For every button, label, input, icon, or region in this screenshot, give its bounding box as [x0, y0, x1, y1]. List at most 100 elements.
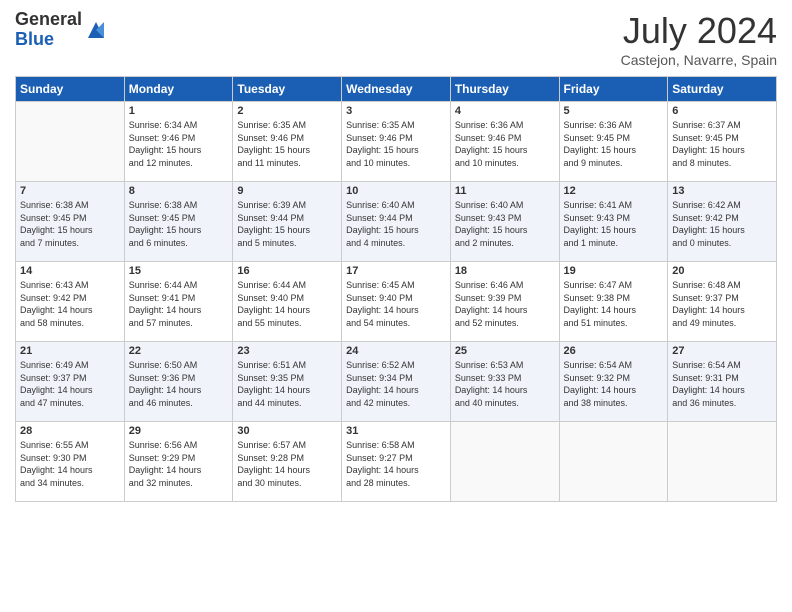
day-number: 1	[129, 105, 229, 117]
day-number: 6	[672, 105, 772, 117]
day-number: 19	[564, 265, 664, 277]
calendar-cell: 1 Sunrise: 6:34 AM Sunset: 9:46 PM Daylig…	[124, 102, 233, 182]
logo-general-text: General	[15, 9, 82, 29]
calendar-cell: 25Sunrise: 6:53 AM Sunset: 9:33 PM Dayli…	[450, 342, 559, 422]
cell-info: Sunrise: 6:43 AM Sunset: 9:42 PM Dayligh…	[20, 279, 120, 329]
calendar-cell: 20 Sunrise: 6:48 AM Sunset: 9:37 PM Dayli…	[668, 262, 777, 342]
title-block: July 2024 Castejon, Navarre, Spain	[621, 10, 777, 68]
cell-info: Sunrise: 6:39 AM Sunset: 9:44 PM Dayligh…	[237, 199, 337, 249]
cell-info: Sunrise: 6:54 AM Sunset: 9:32 PM Dayligh…	[564, 359, 664, 409]
cell-info: Sunrise: 6:47 AM Sunset: 9:38 PM Dayligh…	[564, 279, 664, 329]
calendar-cell: 18 Sunrise: 6:46 AM Sunset: 9:39 PM Dayli…	[450, 262, 559, 342]
day-number: 5	[564, 105, 664, 117]
calendar-cell: 30 Sunrise: 6:57 AM Sunset: 9:28 PM Dayli…	[233, 422, 342, 502]
cell-info: Sunrise: 6:45 AM Sunset: 9:40 PM Dayligh…	[346, 279, 446, 329]
cell-info: Sunrise: 6:48 AM Sunset: 9:37 PM Dayligh…	[672, 279, 772, 329]
day-number: 31	[346, 425, 446, 437]
calendar-week-row: 1 Sunrise: 6:34 AM Sunset: 9:46 PM Daylig…	[16, 102, 777, 182]
cell-info: Sunrise: 6:53 AM Sunset: 9:33 PM Dayligh…	[455, 359, 555, 409]
calendar-cell: 16 Sunrise: 6:44 AM Sunset: 9:40 PM Dayli…	[233, 262, 342, 342]
cell-info: Sunrise: 6:54 AM Sunset: 9:31 PM Dayligh…	[672, 359, 772, 409]
day-number: 30	[237, 425, 337, 437]
cell-info: Sunrise: 6:34 AM Sunset: 9:46 PM Dayligh…	[129, 119, 229, 169]
calendar-cell	[16, 102, 125, 182]
calendar-cell: 6Sunrise: 6:37 AM Sunset: 9:45 PM Daylig…	[668, 102, 777, 182]
cell-info: Sunrise: 6:56 AM Sunset: 9:29 PM Dayligh…	[129, 439, 229, 489]
calendar-cell: 15 Sunrise: 6:44 AM Sunset: 9:41 PM Dayli…	[124, 262, 233, 342]
cell-info: Sunrise: 6:40 AM Sunset: 9:44 PM Dayligh…	[346, 199, 446, 249]
col-sunday: Sunday	[16, 77, 125, 102]
day-number: 3	[346, 105, 446, 117]
cell-info: Sunrise: 6:40 AM Sunset: 9:43 PM Dayligh…	[455, 199, 555, 249]
day-number: 14	[20, 265, 120, 277]
calendar-cell: 21 Sunrise: 6:49 AM Sunset: 9:37 PM Dayli…	[16, 342, 125, 422]
calendar-cell: 7Sunrise: 6:38 AM Sunset: 9:45 PM Daylig…	[16, 182, 125, 262]
day-number: 7	[20, 185, 120, 197]
col-thursday: Thursday	[450, 77, 559, 102]
month-title: July 2024	[621, 10, 777, 52]
page-container: General Blue July 2024 Castejon, Navarre…	[0, 0, 792, 512]
day-number: 18	[455, 265, 555, 277]
cell-info: Sunrise: 6:49 AM Sunset: 9:37 PM Dayligh…	[20, 359, 120, 409]
cell-info: Sunrise: 6:50 AM Sunset: 9:36 PM Dayligh…	[129, 359, 229, 409]
calendar-cell: 2 Sunrise: 6:35 AM Sunset: 9:46 PM Daylig…	[233, 102, 342, 182]
cell-info: Sunrise: 6:55 AM Sunset: 9:30 PM Dayligh…	[20, 439, 120, 489]
calendar-cell: 8 Sunrise: 6:38 AM Sunset: 9:45 PM Daylig…	[124, 182, 233, 262]
day-number: 26	[564, 345, 664, 357]
col-saturday: Saturday	[668, 77, 777, 102]
day-number: 24	[346, 345, 446, 357]
calendar-cell: 3 Sunrise: 6:35 AM Sunset: 9:46 PM Daylig…	[342, 102, 451, 182]
day-number: 13	[672, 185, 772, 197]
cell-info: Sunrise: 6:38 AM Sunset: 9:45 PM Dayligh…	[129, 199, 229, 249]
calendar-cell	[668, 422, 777, 502]
day-number: 20	[672, 265, 772, 277]
col-monday: Monday	[124, 77, 233, 102]
cell-info: Sunrise: 6:52 AM Sunset: 9:34 PM Dayligh…	[346, 359, 446, 409]
cell-info: Sunrise: 6:51 AM Sunset: 9:35 PM Dayligh…	[237, 359, 337, 409]
calendar-cell: 14 Sunrise: 6:43 AM Sunset: 9:42 PM Dayli…	[16, 262, 125, 342]
cell-info: Sunrise: 6:35 AM Sunset: 9:46 PM Dayligh…	[346, 119, 446, 169]
calendar-week-row: 7 Sunrise: 6:38 AM Sunset: 9:45 PM Daylig…	[16, 182, 777, 262]
calendar-cell: 28Sunrise: 6:55 AM Sunset: 9:30 PM Dayli…	[16, 422, 125, 502]
calendar-cell: 27 Sunrise: 6:54 AM Sunset: 9:31 PM Dayli…	[668, 342, 777, 422]
cell-info: Sunrise: 6:41 AM Sunset: 9:43 PM Dayligh…	[564, 199, 664, 249]
day-number: 2	[237, 105, 337, 117]
cell-info: Sunrise: 6:58 AM Sunset: 9:27 PM Dayligh…	[346, 439, 446, 489]
calendar-cell: 24 Sunrise: 6:52 AM Sunset: 9:34 PM Dayli…	[342, 342, 451, 422]
cell-info: Sunrise: 6:46 AM Sunset: 9:39 PM Dayligh…	[455, 279, 555, 329]
calendar-cell	[450, 422, 559, 502]
cell-info: Sunrise: 6:44 AM Sunset: 9:40 PM Dayligh…	[237, 279, 337, 329]
day-number: 23	[237, 345, 337, 357]
calendar-cell: 29 Sunrise: 6:56 AM Sunset: 9:29 PM Dayli…	[124, 422, 233, 502]
day-number: 15	[129, 265, 229, 277]
location-subtitle: Castejon, Navarre, Spain	[621, 52, 777, 68]
calendar-header-row: Sunday Monday Tuesday Wednesday Thursday…	[16, 77, 777, 102]
cell-info: Sunrise: 6:36 AM Sunset: 9:45 PM Dayligh…	[564, 119, 664, 169]
day-number: 10	[346, 185, 446, 197]
day-number: 12	[564, 185, 664, 197]
day-number: 21	[20, 345, 120, 357]
cell-info: Sunrise: 6:57 AM Sunset: 9:28 PM Dayligh…	[237, 439, 337, 489]
calendar-cell: 4Sunrise: 6:36 AM Sunset: 9:46 PM Daylig…	[450, 102, 559, 182]
calendar-cell: 5 Sunrise: 6:36 AM Sunset: 9:45 PM Daylig…	[559, 102, 668, 182]
calendar-cell: 26 Sunrise: 6:54 AM Sunset: 9:32 PM Dayli…	[559, 342, 668, 422]
calendar-week-row: 21 Sunrise: 6:49 AM Sunset: 9:37 PM Dayli…	[16, 342, 777, 422]
day-number: 29	[129, 425, 229, 437]
col-friday: Friday	[559, 77, 668, 102]
day-number: 8	[129, 185, 229, 197]
calendar-cell: 9Sunrise: 6:39 AM Sunset: 9:44 PM Daylig…	[233, 182, 342, 262]
day-number: 27	[672, 345, 772, 357]
day-number: 17	[346, 265, 446, 277]
day-number: 16	[237, 265, 337, 277]
calendar-cell: 10 Sunrise: 6:40 AM Sunset: 9:44 PM Dayli…	[342, 182, 451, 262]
logo: General Blue	[15, 10, 108, 50]
cell-info: Sunrise: 6:35 AM Sunset: 9:46 PM Dayligh…	[237, 119, 337, 169]
day-number: 4	[455, 105, 555, 117]
cell-info: Sunrise: 6:44 AM Sunset: 9:41 PM Dayligh…	[129, 279, 229, 329]
calendar-cell: 19 Sunrise: 6:47 AM Sunset: 9:38 PM Dayli…	[559, 262, 668, 342]
page-header: General Blue July 2024 Castejon, Navarre…	[15, 10, 777, 68]
cell-info: Sunrise: 6:42 AM Sunset: 9:42 PM Dayligh…	[672, 199, 772, 249]
calendar-cell: 12 Sunrise: 6:41 AM Sunset: 9:43 PM Dayli…	[559, 182, 668, 262]
col-tuesday: Tuesday	[233, 77, 342, 102]
calendar-week-row: 28Sunrise: 6:55 AM Sunset: 9:30 PM Dayli…	[16, 422, 777, 502]
